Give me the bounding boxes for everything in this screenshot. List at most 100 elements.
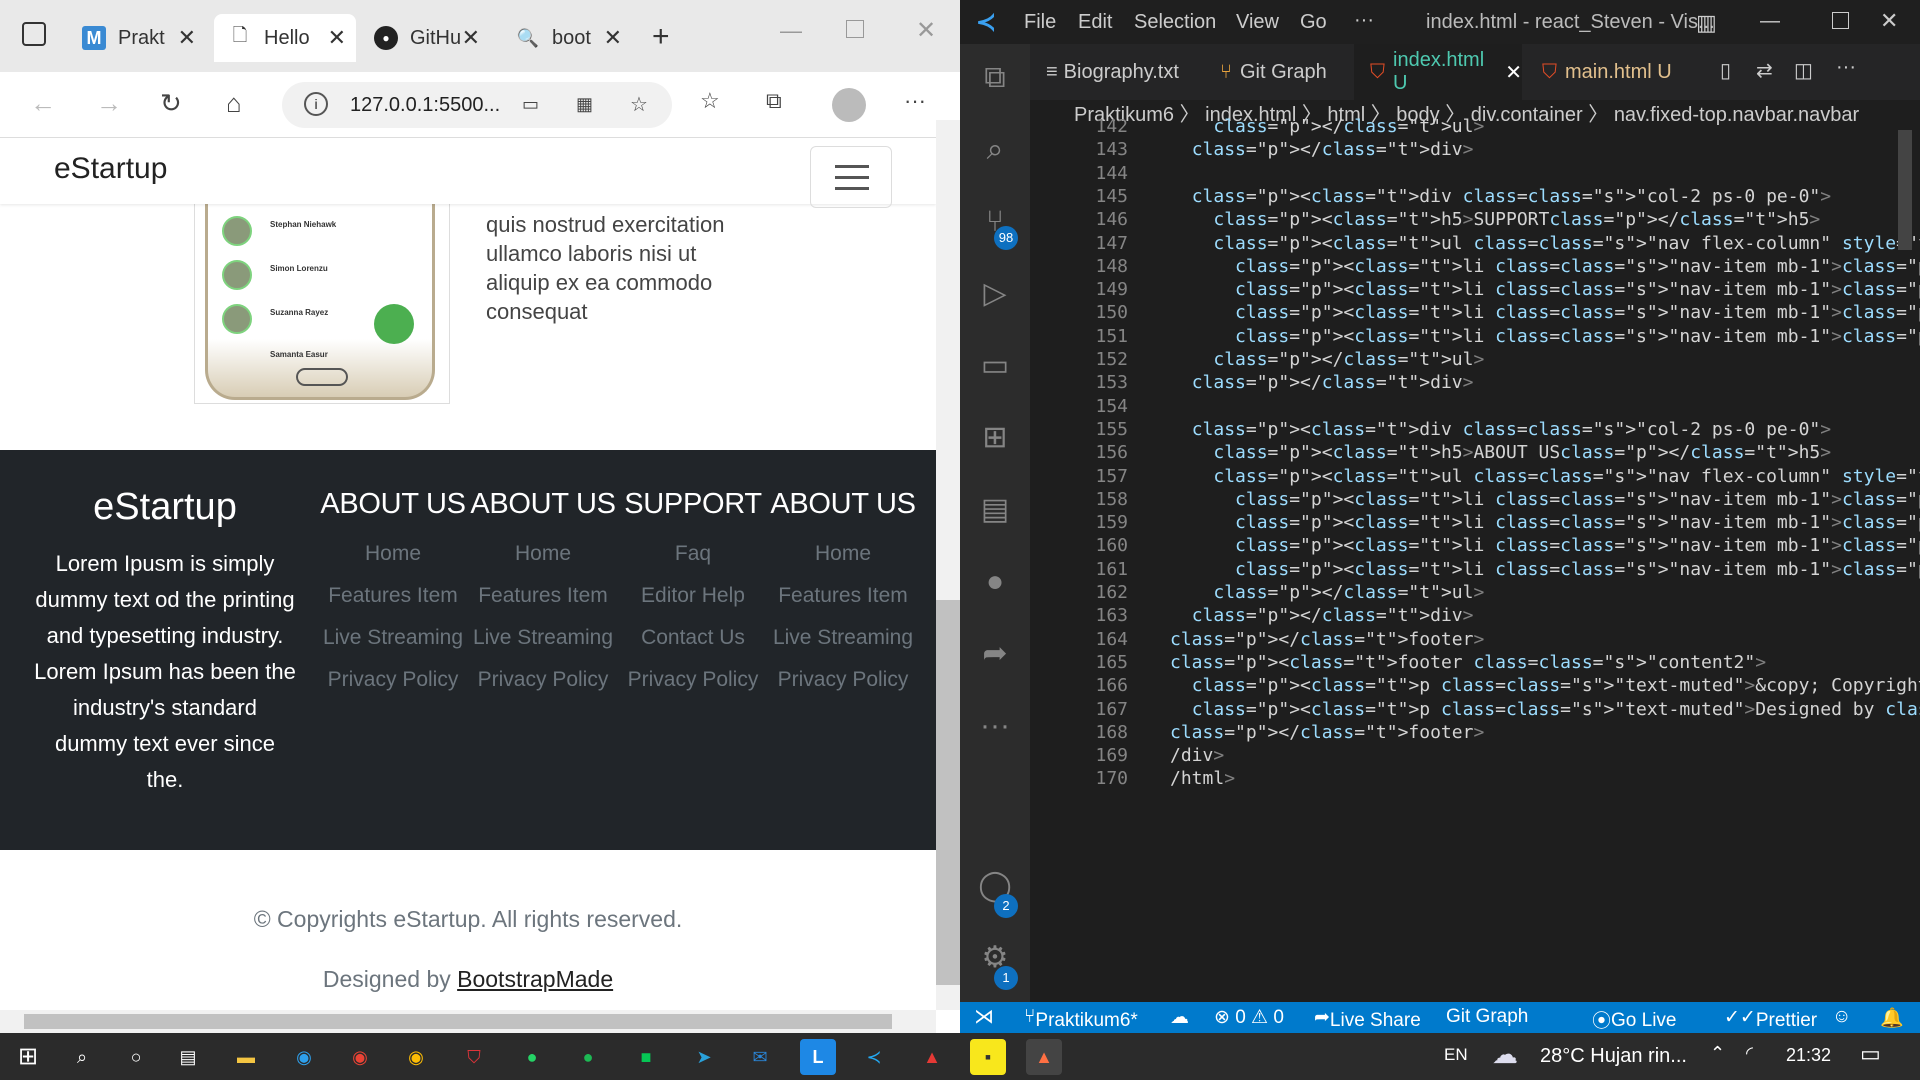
favorite-add-icon[interactable]: ☆ [630, 92, 648, 117]
collections-icon[interactable]: ⧉ [766, 88, 782, 114]
footer-link[interactable]: Privacy Policy [618, 659, 768, 701]
footer-link[interactable]: Home [768, 533, 918, 575]
sync-icon[interactable]: ☁ [1170, 1006, 1189, 1029]
prettier-status[interactable]: ✓✓ Prettier [1724, 1006, 1817, 1031]
cortana-icon[interactable]: ○ [118, 1039, 154, 1075]
minimize-button[interactable]: — [780, 18, 802, 44]
feedback-icon[interactable]: ☺ [1832, 1006, 1851, 1028]
sticky-notes-icon[interactable]: ▪ [970, 1039, 1006, 1075]
forward-icon[interactable]: → [96, 88, 122, 119]
footer-link[interactable]: Features Item [318, 575, 468, 617]
weather-text[interactable]: 28°C Hujan rin... [1540, 1045, 1687, 1068]
minimize-button[interactable]: — [1760, 10, 1780, 33]
menu-more[interactable]: ··· [1354, 9, 1374, 32]
windows-start-icon[interactable]: ⊞ [10, 1039, 46, 1075]
search-icon[interactable]: ⌕ [977, 132, 1013, 168]
compare-icon[interactable]: ⇄ [1756, 58, 1773, 83]
browser-tab-github[interactable]: ● GitHu ✕ [360, 14, 490, 62]
search-icon[interactable]: ⌕ [64, 1039, 100, 1075]
live-share-status[interactable]: ➦ Live Share [1314, 1006, 1421, 1031]
close-window-button[interactable]: ✕ [1880, 8, 1898, 34]
browser-tab-bootstrap[interactable]: 🔍 boot ✕ [502, 14, 632, 62]
active-app-icon[interactable]: ▲ [1026, 1039, 1062, 1075]
file-explorer-icon[interactable]: ▬ [228, 1039, 264, 1075]
tab-git-graph[interactable]: ⑂ Git Graph [1204, 44, 1350, 100]
footer-link[interactable]: Live Streaming [768, 617, 918, 659]
close-icon[interactable]: ✕ [604, 25, 622, 51]
panels-icon[interactable]: ▤ [977, 492, 1013, 528]
qr-icon[interactable]: ▦ [576, 94, 593, 115]
explorer-icon[interactable]: ⧉ [977, 60, 1013, 96]
footer-link[interactable]: Editor Help [618, 575, 768, 617]
tab-actions-icon[interactable] [22, 22, 46, 46]
navbar-brand[interactable]: eStartup [54, 152, 167, 186]
extensions-icon[interactable]: ⊞ [977, 420, 1013, 456]
url-field[interactable]: i 127.0.0.1:5500... ▭ ▦ ☆ [282, 82, 672, 128]
close-icon[interactable]: ✕ [328, 25, 346, 51]
acrobat-icon[interactable]: ▲ [914, 1039, 950, 1075]
tray-chevron-icon[interactable]: ⌃ [1710, 1043, 1725, 1064]
refresh-icon[interactable]: ↻ [160, 88, 182, 119]
bootstrapmade-link[interactable]: BootstrapMade [457, 966, 613, 992]
l-app-icon[interactable]: L [800, 1039, 836, 1075]
go-live-status[interactable]: ⦿ Go Live [1592, 1006, 1677, 1033]
maximize-button[interactable] [846, 20, 864, 38]
task-view-icon[interactable]: ▤ [170, 1039, 206, 1075]
git-graph-status[interactable]: Git Graph [1446, 1006, 1528, 1028]
footer-link[interactable]: Contact Us [618, 617, 768, 659]
spotify-icon[interactable]: ● [570, 1039, 606, 1075]
open-preview-icon[interactable]: ▯ [1720, 58, 1731, 83]
app-available-icon[interactable]: ▭ [522, 94, 539, 115]
vertical-scroll-thumb[interactable] [936, 600, 960, 985]
browser-tab-hello[interactable]: 🗋 Hello ✕ [214, 14, 356, 62]
back-icon[interactable]: ← [30, 88, 56, 119]
telegram-icon[interactable]: ➤ [686, 1039, 722, 1075]
wifi-icon[interactable]: ◜ [1746, 1043, 1753, 1064]
info-icon[interactable]: i [304, 92, 328, 116]
menu-go[interactable]: Go [1300, 11, 1327, 34]
favorites-icon[interactable]: ☆ [700, 88, 720, 114]
live-share-icon[interactable]: ➦ [977, 636, 1013, 672]
browser-tab-praktikum[interactable]: M Prakt ✕ [68, 14, 206, 62]
footer-link[interactable]: Privacy Policy [468, 659, 618, 701]
home-icon[interactable]: ⌂ [226, 88, 242, 119]
more-icon[interactable]: ··· [904, 88, 926, 114]
vscode-icon[interactable]: ≺ [856, 1039, 892, 1075]
code-editor[interactable]: 142 class="p"></class="t">ul> 143 class="… [1030, 116, 1920, 1002]
profile-avatar[interactable] [832, 88, 866, 122]
footer-link[interactable]: Live Streaming [468, 617, 618, 659]
github-icon[interactable]: ● [977, 564, 1013, 600]
more-icon[interactable]: ··· [977, 708, 1013, 744]
menu-view[interactable]: View [1236, 11, 1279, 34]
line-icon[interactable]: ■ [628, 1039, 664, 1075]
clock-time[interactable]: 21:32 [1786, 1045, 1831, 1066]
close-window-button[interactable]: ✕ [916, 16, 936, 45]
horizontal-scroll-thumb[interactable] [24, 1014, 892, 1029]
branch-status[interactable]: ⑂ Praktikum6* [1024, 1006, 1138, 1031]
menu-file[interactable]: File [1024, 11, 1056, 34]
layout-icon[interactable]: ▥ [1696, 10, 1717, 36]
close-icon[interactable]: ✕ [1505, 60, 1522, 85]
action-center-icon[interactable]: ▭ [1860, 1041, 1881, 1067]
whatsapp-icon[interactable]: ● [514, 1039, 550, 1075]
tab-index-html[interactable]: ⛉ index.html U ✕ [1354, 44, 1522, 100]
language-indicator[interactable]: EN [1444, 1045, 1468, 1065]
footer-link[interactable]: Privacy Policy [768, 659, 918, 701]
close-icon[interactable]: ✕ [178, 25, 196, 51]
menu-edit[interactable]: Edit [1078, 11, 1112, 34]
tab-biography[interactable]: ≡ Biography.txt [1030, 44, 1200, 100]
chrome-icon[interactable]: ◉ [342, 1039, 378, 1075]
remote-explorer-icon[interactable]: ▭ [977, 348, 1013, 384]
footer-link[interactable]: Live Streaming [318, 617, 468, 659]
edge-icon[interactable]: ◉ [286, 1039, 322, 1075]
footer-link[interactable]: Home [468, 533, 618, 575]
notifications-icon[interactable]: 🔔 [1880, 1006, 1904, 1030]
close-icon[interactable]: ✕ [462, 25, 480, 51]
tab-main-html[interactable]: ⛉ main.html U [1526, 44, 1686, 100]
footer-link[interactable]: Features Item [468, 575, 618, 617]
maximize-button[interactable] [1832, 12, 1849, 29]
navbar-toggler-button[interactable] [810, 146, 892, 208]
split-editor-icon[interactable]: ◫ [1794, 58, 1813, 83]
menu-selection[interactable]: Selection [1134, 11, 1216, 34]
footer-link[interactable]: Faq [618, 533, 768, 575]
